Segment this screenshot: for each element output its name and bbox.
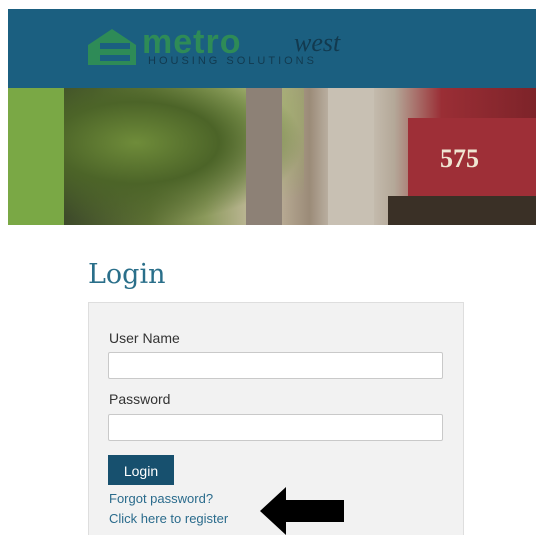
logo-tagline: HOUSING SOLUTIONS <box>148 55 317 67</box>
login-button[interactable]: Login <box>108 455 174 485</box>
page-title: Login <box>88 259 166 290</box>
username-input[interactable] <box>108 352 443 379</box>
logo-wordmark-metro: metro <box>142 23 242 61</box>
site-header: metro west HOUSING SOLUTIONS <box>8 9 536 88</box>
arrow-left-icon <box>260 487 344 535</box>
password-input[interactable] <box>108 414 443 441</box>
forgot-password-link[interactable]: Forgot password? <box>109 491 213 506</box>
banner-green-block <box>8 88 64 225</box>
site-logo[interactable]: metro west HOUSING SOLUTIONS <box>86 23 386 73</box>
house-logo-icon <box>88 29 136 65</box>
banner-image: 575 <box>8 88 536 225</box>
building-number: 575 <box>440 144 479 173</box>
logo-wordmark-west: west <box>294 28 341 57</box>
building-column <box>246 88 282 225</box>
username-label: User Name <box>109 330 180 346</box>
password-label: Password <box>109 391 171 407</box>
top-strip <box>0 0 536 9</box>
register-link[interactable]: Click here to register <box>109 511 228 526</box>
building-base <box>388 196 536 225</box>
building-column <box>328 88 374 225</box>
